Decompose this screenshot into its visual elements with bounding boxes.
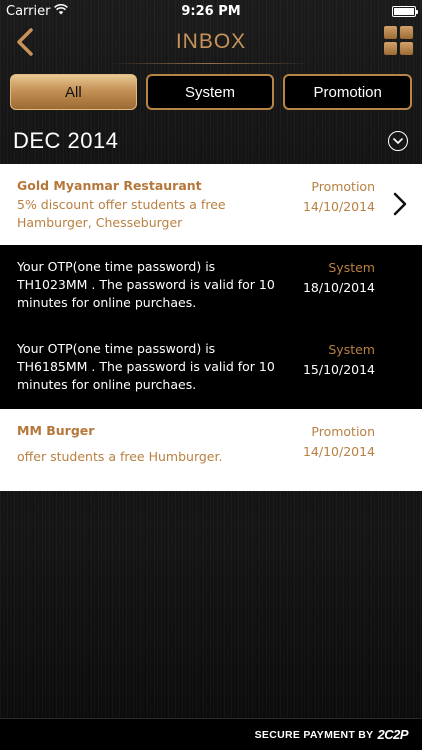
secure-payment-label: SECURE PAYMENT BY — [254, 728, 374, 741]
grid-menu-icon — [384, 26, 397, 39]
message-content: MM Burger offer students a free Humburge… — [17, 422, 287, 466]
battery-icon — [392, 5, 418, 17]
message-body: 5% discount offer students a free Hambur… — [17, 197, 226, 230]
month-title: DEC 2014 — [13, 128, 119, 153]
message-date: 14/10/2014 — [302, 444, 375, 459]
message-content: Your OTP(one time password) is TH1023MM … — [17, 258, 287, 312]
carrier-label: Carrier — [6, 3, 51, 19]
message-meta: System 15/10/2014 — [303, 340, 375, 380]
message-title: Gold Myanmar Restaurant — [17, 178, 202, 193]
message-category: System — [328, 342, 375, 357]
grid-menu-button[interactable] — [384, 26, 414, 56]
chevron-right-icon — [393, 192, 407, 216]
message-row[interactable]: MM Burger offer students a free Humburge… — [0, 409, 422, 491]
grid-menu-icon — [400, 42, 413, 55]
status-bar: Carrier 9:26 PM — [0, 0, 422, 22]
message-date: 15/10/2014 — [302, 362, 375, 377]
message-meta: System 18/10/2014 — [303, 258, 375, 298]
message-content: Your OTP(one time password) is TH6185MM … — [17, 340, 287, 394]
message-meta: Promotion 14/10/2014 — [303, 177, 375, 217]
filter-tabs: All System Promotion — [10, 74, 413, 110]
tab-system[interactable]: System — [145, 74, 275, 110]
title-underline — [110, 63, 310, 64]
payment-provider-logo: 2C2P — [377, 727, 408, 742]
message-row[interactable]: Your OTP(one time password) is TH1023MM … — [0, 245, 422, 327]
grid-menu-icon — [384, 42, 397, 55]
message-body: Your OTP(one time password) is TH6185MM … — [17, 341, 275, 392]
battery-fill — [394, 7, 414, 15]
message-category: Promotion — [311, 424, 375, 439]
message-title: MM Burger — [17, 423, 95, 438]
footer: SECURE PAYMENT BY 2C2P — [0, 718, 422, 750]
nav-bar: INBOX — [0, 22, 422, 64]
tab-all[interactable]: All — [10, 74, 137, 110]
message-row[interactable]: Your OTP(one time password) is TH6185MM … — [0, 327, 422, 409]
month-section-header: DEC 2014 — [0, 118, 422, 164]
status-left: Carrier — [6, 3, 69, 19]
message-date: 18/10/2014 — [302, 280, 375, 295]
message-category: Promotion — [311, 179, 375, 194]
message-category: System — [328, 260, 375, 275]
page-title: INBOX — [175, 30, 247, 53]
message-meta: Promotion 14/10/2014 — [303, 422, 375, 462]
tab-promotion[interactable]: Promotion — [283, 74, 413, 110]
message-date: 14/10/2014 — [302, 199, 375, 214]
message-body: Your OTP(one time password) is TH1023MM … — [17, 259, 275, 310]
message-list: Gold Myanmar Restaurant 5% discount offe… — [0, 164, 422, 491]
wifi-icon — [54, 3, 69, 19]
message-body: offer students a free Humburger. — [17, 449, 223, 464]
grid-menu-icon — [400, 26, 413, 39]
message-content: Gold Myanmar Restaurant 5% discount offe… — [17, 177, 287, 232]
collapse-button[interactable] — [388, 131, 408, 151]
chevron-down-icon — [393, 137, 403, 144]
message-row[interactable]: Gold Myanmar Restaurant 5% discount offe… — [0, 164, 422, 245]
